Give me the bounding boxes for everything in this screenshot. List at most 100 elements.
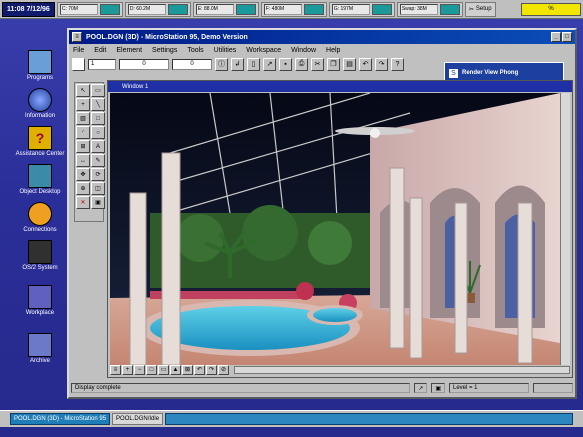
copy-view-icon[interactable]: ⊘	[218, 364, 229, 375]
connections-icon	[28, 202, 52, 226]
info-icon[interactable]: ⓘ	[215, 57, 228, 71]
view-previous-icon[interactable]: ↶	[194, 364, 205, 375]
minimize-button[interactable]: _	[551, 32, 561, 42]
render-icon: S	[449, 68, 458, 78]
system-menu-icon[interactable]: ≡	[72, 32, 82, 42]
point-icon[interactable]: +	[76, 98, 90, 111]
copy-icon[interactable]: ❐	[327, 57, 340, 71]
workplace-icon	[28, 285, 52, 309]
zoom-out-icon[interactable]: −	[134, 364, 145, 375]
drive-bar	[303, 3, 324, 15]
menu-help[interactable]: Help	[326, 47, 340, 54]
status-bar: Display complete ↗ ▣ Level = 1	[71, 382, 573, 394]
drive-label: E: 88.0M	[195, 3, 234, 15]
desktop-icon-workplace[interactable]: Workplace	[10, 285, 70, 316]
desktop-icon-programs[interactable]: Programs	[10, 50, 70, 81]
status-message: Display complete	[71, 383, 411, 393]
status-indicator: %	[521, 2, 581, 16]
desktop-icon-object-desktop[interactable]: Object Desktop	[10, 164, 70, 195]
desktop-icon-label: Programs	[26, 75, 53, 81]
redo-icon[interactable]: ↷	[375, 57, 388, 71]
menu-settings[interactable]: Settings	[152, 47, 177, 54]
indicator-label: %	[548, 6, 554, 12]
select-arrow-icon[interactable]: ↖	[76, 84, 90, 97]
cell-icon[interactable]: ⊞	[76, 140, 90, 153]
print-icon[interactable]: ⎙	[295, 57, 308, 71]
delete-icon[interactable]: ✕	[76, 196, 90, 209]
fence-icon[interactable]: ▭	[91, 84, 105, 97]
update-view-icon[interactable]: ≡	[110, 364, 121, 375]
measure-icon[interactable]: ⊕	[76, 182, 90, 195]
drive-monitor-c: C: 70M	[56, 1, 123, 17]
zoom-in-icon[interactable]: +	[122, 364, 133, 375]
polygon-icon[interactable]: ▧	[76, 112, 90, 125]
text-icon[interactable]: A	[91, 140, 105, 153]
circle-icon[interactable]: ○	[91, 126, 105, 139]
style-select[interactable]: 0	[172, 58, 212, 70]
help-icon[interactable]: ?	[391, 57, 404, 71]
desktop-icon-assistance[interactable]: ? Assistance Center	[10, 126, 70, 157]
drive-label: G: 197M	[331, 3, 370, 15]
color-value: 0	[142, 61, 146, 67]
tools-icon: ✂	[468, 6, 474, 13]
menu-window[interactable]: Window	[291, 47, 316, 54]
window-title: POOL.DGN (3D) - MicroStation 95, Demo Ve…	[86, 33, 248, 41]
view-horizontal-scrollbar[interactable]	[234, 365, 570, 374]
paste-icon[interactable]: ▤	[343, 57, 356, 71]
group-icon[interactable]: ◫	[91, 182, 105, 195]
rotate-view-icon[interactable]: ▲	[170, 364, 181, 375]
window-area-icon[interactable]: □	[146, 364, 157, 375]
save-icon[interactable]: ▪	[279, 57, 292, 71]
menu-edit[interactable]: Edit	[94, 47, 106, 54]
desktop-icon-label: Object Desktop	[19, 189, 61, 195]
line-icon[interactable]: ╲	[91, 98, 105, 111]
view-vertical-scrollbar[interactable]	[560, 93, 570, 365]
query-icon[interactable]: ↲	[231, 57, 244, 71]
fit-view-icon[interactable]: ▭	[158, 364, 169, 375]
level-select[interactable]: 1	[88, 58, 116, 70]
undo-icon[interactable]: ↶	[359, 57, 372, 71]
menu-element[interactable]: Element	[116, 47, 142, 54]
lock-icon[interactable]: ▣	[431, 383, 445, 393]
microstation-window[interactable]: ≡ POOL.DGN (3D) - MicroStation 95, Demo …	[67, 28, 577, 399]
desktop-icon-archive[interactable]: Archive	[10, 333, 70, 364]
desktop-icon-label: Connections	[23, 227, 57, 233]
modify-icon[interactable]: ✎	[91, 154, 105, 167]
active-color-swatch[interactable]	[72, 57, 85, 71]
desktop-icon-information[interactable]: Information	[10, 88, 70, 119]
setup-button[interactable]: ✂ Setup	[464, 1, 496, 17]
arc-icon[interactable]: ◜	[76, 126, 90, 139]
task-microstation[interactable]: POOL.DGN (3D) - MicroStation 95	[10, 413, 111, 425]
globe-icon	[28, 88, 52, 112]
open-file-icon[interactable]: ↗	[263, 57, 276, 71]
rotate-icon[interactable]: ⟳	[91, 168, 105, 181]
task-pool-idle[interactable]: POOL.DGN/Idle	[112, 413, 164, 425]
color-select[interactable]: 0	[119, 58, 169, 70]
move-icon[interactable]: ✥	[76, 168, 90, 181]
menu-file[interactable]: File	[73, 47, 84, 54]
menu-workspace[interactable]: Workspace	[246, 47, 281, 54]
block-icon[interactable]: □	[91, 112, 105, 125]
maximize-button[interactable]: □	[562, 32, 572, 42]
view-next-icon[interactable]: ↷	[206, 364, 217, 375]
new-file-icon[interactable]: ▯	[247, 57, 260, 71]
rendered-pool-scene[interactable]	[110, 93, 560, 365]
view-titlebar[interactable]: Window 1	[108, 81, 572, 92]
window-titlebar[interactable]: ≡ POOL.DGN (3D) - MicroStation 95, Demo …	[69, 30, 575, 44]
active-level: Level = 1	[449, 383, 529, 393]
menu-bar: File Edit Element Settings Tools Utiliti…	[69, 44, 575, 56]
cut-icon[interactable]: ✂	[311, 57, 324, 71]
dimension-icon[interactable]: ↔	[76, 154, 90, 167]
desktop-icon-connections[interactable]: Connections	[10, 202, 70, 233]
pan-view-icon[interactable]: ⊠	[182, 364, 193, 375]
view-window[interactable]: Window 1 ≡ + − □ ▭ ▲ ⊠ ↶ ↷ ⊘	[107, 80, 573, 378]
menu-utilities[interactable]: Utilities	[214, 47, 237, 54]
snap-icon[interactable]: ↗	[414, 383, 428, 393]
desktop-icon-os2-system[interactable]: OS/2 System	[10, 240, 70, 271]
drive-monitor-g: G: 197M	[328, 1, 395, 17]
object-desktop-icon	[28, 164, 52, 188]
view-icon[interactable]: ▣	[91, 196, 105, 209]
drive-bar	[371, 3, 392, 15]
view-title: Window 1	[122, 83, 149, 90]
menu-tools[interactable]: Tools	[187, 47, 203, 54]
